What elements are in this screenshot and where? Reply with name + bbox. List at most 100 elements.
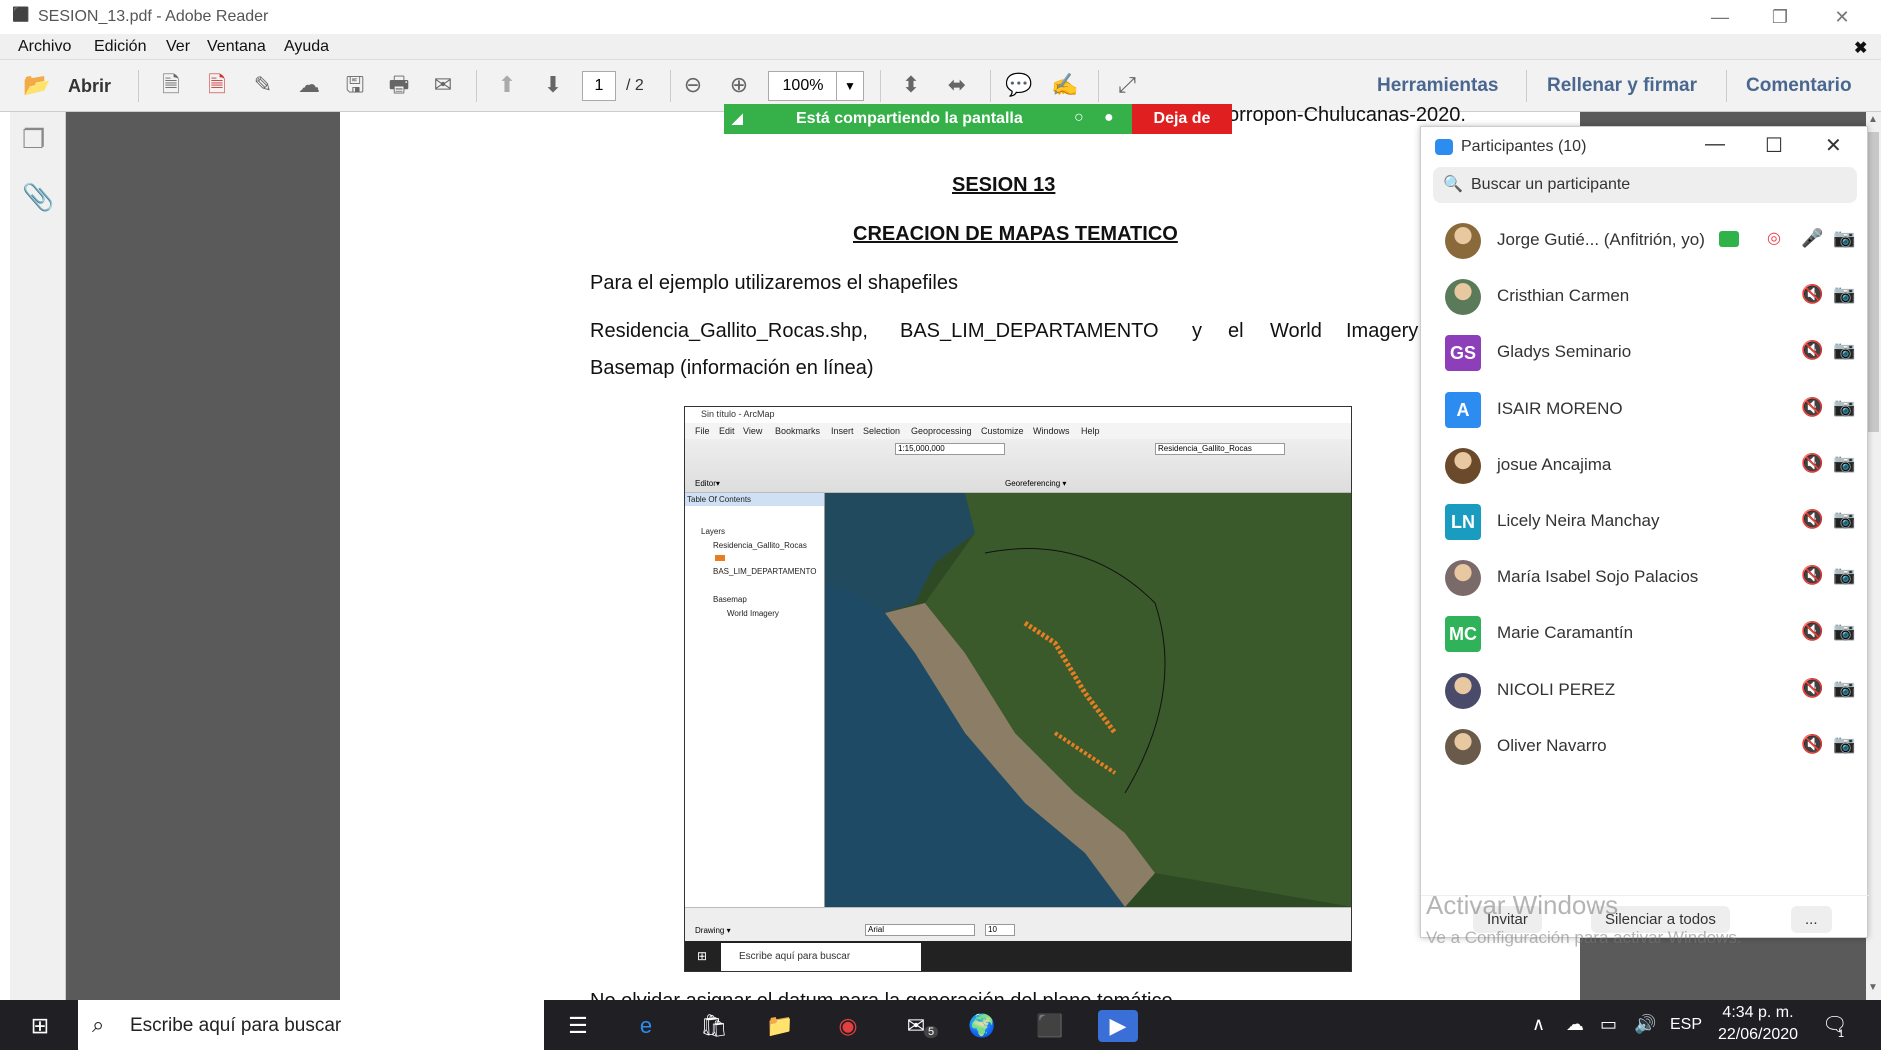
video-off-icon[interactable]: 📷 bbox=[1833, 453, 1855, 474]
microphone-muted-icon[interactable]: 🔇 bbox=[1801, 284, 1823, 305]
video-off-icon[interactable]: 📷 bbox=[1833, 621, 1855, 642]
participant-name: Oliver Navarro bbox=[1497, 735, 1607, 755]
participant-row[interactable]: María Isabel Sojo Palacios 🔇 📷 bbox=[1421, 550, 1869, 606]
create-pdf-icon[interactable]: 🗎 bbox=[156, 70, 186, 100]
comment-icon[interactable]: 💬 bbox=[1004, 70, 1034, 100]
menu-ayuda[interactable]: Ayuda bbox=[284, 38, 329, 56]
arcgis-icon[interactable]: 🌍 bbox=[962, 1010, 1002, 1042]
participant-row[interactable]: A ISAIR MORENO 🔇 📷 bbox=[1421, 382, 1869, 438]
menu-ventana[interactable]: Ventana bbox=[207, 38, 266, 56]
zoom-out-icon[interactable]: ⊖ bbox=[678, 70, 708, 100]
participant-search-input[interactable]: 🔍 Buscar un participante bbox=[1433, 167, 1857, 203]
microphone-muted-icon[interactable]: 🔇 bbox=[1801, 565, 1823, 586]
store-icon[interactable]: 🛍 bbox=[694, 1010, 734, 1042]
scroll-thumb[interactable] bbox=[1868, 132, 1879, 432]
print-icon[interactable]: 🖶 bbox=[384, 70, 414, 100]
microphone-muted-icon[interactable]: 🔇 bbox=[1801, 340, 1823, 361]
zoom-dropdown-chevron-icon[interactable]: ▼ bbox=[836, 71, 864, 101]
paragraph-word: Imagery bbox=[1346, 320, 1419, 342]
microphone-muted-icon[interactable]: 🔇 bbox=[1801, 397, 1823, 418]
minimize-button[interactable]: — bbox=[1700, 4, 1740, 30]
zoom-in-icon[interactable]: ⊕ bbox=[724, 70, 754, 100]
video-off-icon[interactable]: 📷 bbox=[1833, 397, 1855, 418]
start-button-icon[interactable]: ⊞ bbox=[20, 1010, 60, 1042]
fill-and-sign-link[interactable]: Rellenar y firmar bbox=[1547, 75, 1697, 97]
video-off-icon[interactable]: 📷 bbox=[1833, 228, 1855, 249]
fit-width-icon[interactable]: ⬌ bbox=[942, 70, 972, 100]
participant-row[interactable]: LN Licely Neira Manchay 🔇 📷 bbox=[1421, 494, 1869, 550]
menu-archivo[interactable]: Archivo bbox=[18, 38, 71, 56]
attachments-icon[interactable]: 📎 bbox=[22, 182, 54, 213]
panel-close-icon[interactable]: ✕ bbox=[1825, 133, 1842, 158]
video-off-icon[interactable]: 📷 bbox=[1833, 678, 1855, 699]
participant-name: Cristhian Carmen bbox=[1497, 286, 1630, 306]
microphone-muted-icon[interactable]: 🔇 bbox=[1801, 678, 1823, 699]
volume-icon[interactable]: 🔊 bbox=[1634, 1014, 1656, 1035]
panel-minimize-icon[interactable]: — bbox=[1705, 133, 1725, 156]
microphone-muted-icon[interactable]: 🔇 bbox=[1801, 453, 1823, 474]
tools-link[interactable]: Herramientas bbox=[1377, 75, 1498, 97]
microphone-icon[interactable]: 🎤 bbox=[1801, 228, 1823, 249]
video-off-icon[interactable]: 📷 bbox=[1833, 509, 1855, 530]
fullscreen-icon[interactable]: ⤢ bbox=[1112, 70, 1142, 100]
arcmap-menubar: File Edit View Bookmarks Insert Selectio… bbox=[685, 423, 1351, 439]
search-icon: 🔍 bbox=[1443, 176, 1463, 193]
video-off-icon[interactable]: 📷 bbox=[1833, 565, 1855, 586]
participant-row[interactable]: NICOLI PEREZ 🔇 📷 bbox=[1421, 663, 1869, 719]
video-off-icon[interactable]: 📷 bbox=[1833, 340, 1855, 361]
edit-document-icon[interactable]: ✎ bbox=[248, 70, 278, 100]
participant-row[interactable]: Oliver Navarro 🔇 📷 bbox=[1421, 719, 1869, 775]
battery-icon[interactable]: ▭ bbox=[1600, 1014, 1617, 1035]
language-indicator[interactable]: ESP bbox=[1670, 1016, 1702, 1034]
microphone-muted-icon[interactable]: 🔇 bbox=[1801, 734, 1823, 755]
open-button[interactable]: Abrir bbox=[68, 76, 111, 97]
scroll-up-icon[interactable]: ▲ bbox=[1868, 114, 1878, 125]
close-window-button[interactable]: ✕ bbox=[1822, 4, 1862, 30]
clock-date[interactable]: 22/06/2020 bbox=[1712, 1026, 1804, 1044]
task-view-icon[interactable]: ☰ bbox=[558, 1010, 598, 1042]
previous-page-icon[interactable]: ⬆ bbox=[492, 70, 522, 100]
network-icon[interactable]: ☁ bbox=[1566, 1014, 1584, 1035]
save-icon[interactable]: 🖫 bbox=[340, 70, 370, 100]
edge-browser-icon[interactable]: e bbox=[626, 1010, 666, 1042]
page-number-input[interactable]: 1 bbox=[582, 71, 616, 101]
more-options-button[interactable]: ... bbox=[1791, 906, 1832, 933]
participant-row[interactable]: Cristhian Carmen 🔇 📷 bbox=[1421, 269, 1869, 325]
email-icon[interactable]: ✉ bbox=[428, 70, 458, 100]
chrome-icon[interactable]: ◉ bbox=[828, 1010, 868, 1042]
participant-row[interactable]: GS Gladys Seminario 🔇 📷 bbox=[1421, 325, 1869, 381]
taskbar-search-box[interactable]: ⌕ Escribe aquí para buscar bbox=[78, 1000, 544, 1050]
comment-link[interactable]: Comentario bbox=[1746, 75, 1852, 97]
drag-handle-icon[interactable]: ◢ bbox=[732, 110, 743, 127]
video-off-icon[interactable]: 📷 bbox=[1833, 734, 1855, 755]
participant-row[interactable]: josue Ancajima 🔇 📷 bbox=[1421, 438, 1869, 494]
show-hidden-icons-icon[interactable]: ∧ bbox=[1532, 1014, 1545, 1035]
scroll-down-icon[interactable]: ▼ bbox=[1868, 982, 1878, 993]
export-pdf-icon[interactable]: 🗎 bbox=[202, 70, 232, 100]
fit-page-icon[interactable]: ⬍ bbox=[896, 70, 926, 100]
page-thumbnails-icon[interactable]: ❐ bbox=[22, 124, 45, 155]
pause-icon[interactable]: ○ bbox=[1074, 109, 1084, 127]
stop-share-label: Deja de bbox=[1153, 110, 1211, 127]
zoom-level-input[interactable]: 100% bbox=[768, 71, 838, 101]
video-off-icon[interactable]: 📷 bbox=[1833, 284, 1855, 305]
restore-button[interactable]: ❐ bbox=[1760, 4, 1800, 30]
panel-maximize-icon[interactable]: ☐ bbox=[1765, 133, 1783, 158]
file-explorer-icon[interactable]: 📁 bbox=[760, 1010, 800, 1042]
menu-edicion[interactable]: Edición bbox=[94, 38, 146, 56]
participant-row[interactable]: MC Marie Caramantín 🔇 📷 bbox=[1421, 606, 1869, 662]
menu-ver[interactable]: Ver bbox=[166, 38, 190, 56]
upload-cloud-icon[interactable]: ☁ bbox=[294, 70, 324, 100]
arcmap-drawing-toolbar: Drawing ▾ Arial 10 bbox=[685, 907, 1351, 941]
next-page-icon[interactable]: ⬇ bbox=[538, 70, 568, 100]
highlight-icon[interactable]: ✍ bbox=[1050, 70, 1080, 100]
stop-share-button[interactable]: Deja de bbox=[1132, 104, 1232, 134]
participant-row[interactable]: Jorge Gutié... (Anfitrión, yo) 🎤 📷 ◎ bbox=[1421, 213, 1869, 269]
folder-open-icon[interactable]: 📂 bbox=[22, 70, 52, 100]
microphone-muted-icon[interactable]: 🔇 bbox=[1801, 509, 1823, 530]
adobe-reader-icon[interactable]: ⬛ bbox=[1030, 1010, 1070, 1042]
zoom-app-icon[interactable]: ▶ bbox=[1098, 1010, 1138, 1042]
clock-time[interactable]: 4:34 p. m. bbox=[1718, 1004, 1798, 1022]
close-document-icon[interactable]: ✖ bbox=[1854, 38, 1867, 58]
microphone-muted-icon[interactable]: 🔇 bbox=[1801, 621, 1823, 642]
